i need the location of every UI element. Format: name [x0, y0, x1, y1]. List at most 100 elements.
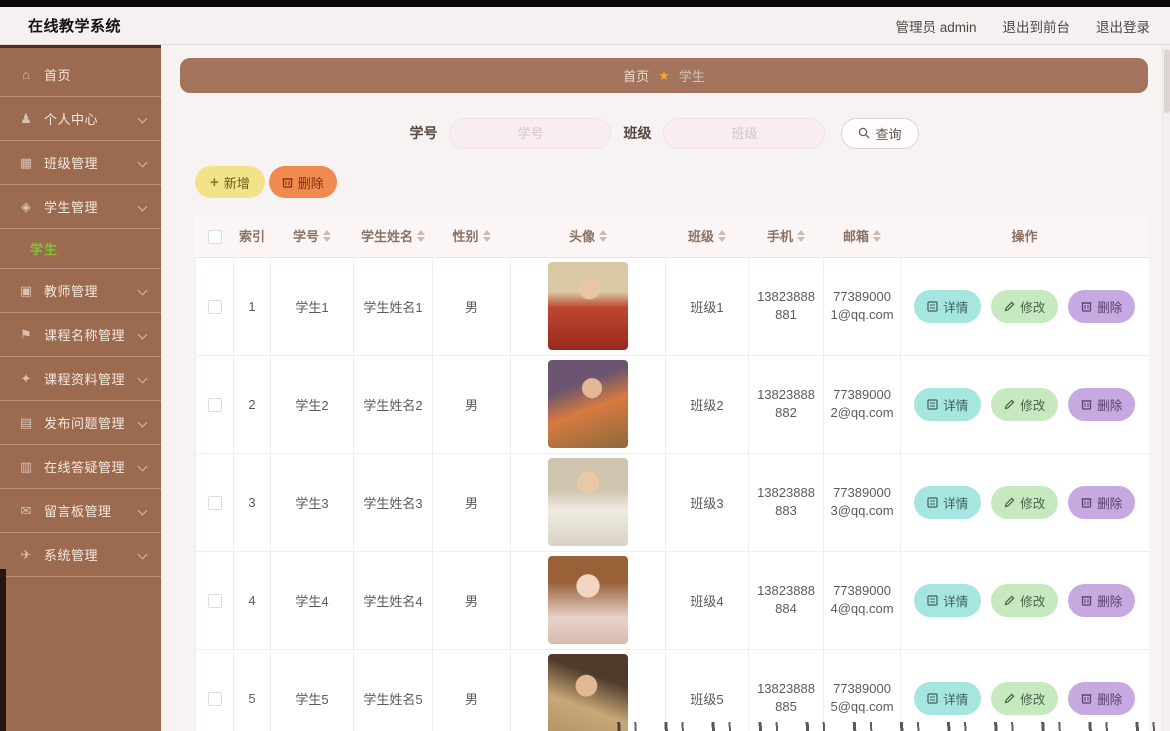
sidebar-item-question-management[interactable]: ▤ 发布问题管理 — [0, 401, 161, 445]
star-icon: ★ — [658, 67, 670, 83]
sidebar-item-label: 课程名称管理 — [44, 328, 126, 343]
row-checkbox[interactable] — [207, 397, 222, 412]
cell-phone: 13823888881 — [748, 257, 824, 356]
detail-button[interactable]: 详情 — [914, 289, 982, 323]
edit-button[interactable]: 修改 — [991, 289, 1059, 323]
exit-to-front-link[interactable]: 退出到前台 — [1003, 16, 1071, 36]
sidebar-bottom-strip — [0, 569, 6, 731]
cell-gender: 男 — [432, 649, 511, 731]
table-row: 4 学生4 学生姓名4 男 班级4 13823888884 773890004@… — [195, 551, 1149, 650]
sidebar-subitem-student[interactable]: 学生 — [0, 229, 161, 269]
chevron-down-icon — [139, 159, 147, 167]
class-input[interactable] — [663, 117, 826, 149]
class-icon: ▦ — [19, 154, 33, 170]
sidebar-item-label: 留言板管理 — [44, 504, 112, 519]
document-icon — [927, 398, 938, 410]
pencil-icon — [1004, 693, 1015, 703]
edit-button[interactable]: 修改 — [991, 387, 1059, 421]
delete-button[interactable]: 删除 — [1068, 289, 1136, 323]
delete-button[interactable]: 删除 — [1068, 485, 1136, 519]
table-row: 1 学生1 学生姓名1 男 班级1 13823888881 773890001@… — [195, 257, 1149, 356]
cell-gender: 男 — [432, 453, 511, 552]
row-checkbox[interactable] — [207, 299, 222, 314]
select-all-checkbox[interactable] — [207, 229, 222, 244]
sidebar-item-teacher-management[interactable]: ▣ 教师管理 — [0, 269, 161, 313]
pencil-icon — [1004, 301, 1015, 311]
sidebar-item-course-name-management[interactable]: ⚑ 课程名称管理 — [0, 313, 161, 357]
cell-class: 班级4 — [665, 551, 749, 650]
class-label: 班级 — [623, 125, 652, 141]
row-checkbox[interactable] — [207, 495, 222, 510]
cell-email: 773890004@qq.com — [823, 551, 901, 650]
row-checkbox[interactable] — [207, 593, 222, 608]
delete-button[interactable]: 删除 — [1068, 681, 1136, 715]
chevron-down-icon — [139, 463, 147, 471]
cell-index: 1 — [233, 257, 271, 356]
cell-student-no: 学生3 — [270, 453, 354, 552]
cell-class: 班级2 — [665, 355, 749, 454]
sort-icon[interactable] — [718, 229, 726, 242]
header-class: 班级 — [687, 229, 714, 245]
vertical-scrollbar[interactable] — [1162, 45, 1170, 731]
sidebar-item-course-material-management[interactable]: ✦ 课程资料管理 — [0, 357, 161, 401]
sidebar-item-home[interactable]: ⌂ 首页 — [0, 53, 161, 97]
query-button[interactable]: 查询 — [841, 117, 919, 149]
cell-email: 773890003@qq.com — [823, 453, 901, 552]
topbar-links: 管理员 admin 退出到前台 退出登录 — [895, 16, 1150, 36]
sidebar-item-label: 发布问题管理 — [44, 416, 126, 431]
detail-button[interactable]: 详情 — [914, 387, 982, 421]
sort-icon[interactable] — [873, 229, 881, 242]
scrollbar-thumb[interactable] — [1164, 49, 1170, 113]
sidebar-item-personal-center[interactable]: ♟ 个人中心 — [0, 97, 161, 141]
header-index: 索引 — [238, 229, 265, 245]
teacher-icon: ▣ — [19, 282, 33, 298]
sidebar-item-message-board-management[interactable]: ✉ 留言板管理 — [0, 489, 161, 533]
cell-student-no: 学生1 — [270, 257, 354, 356]
row-checkbox[interactable] — [207, 691, 222, 706]
header-student-no: 学号 — [292, 229, 319, 245]
sort-icon[interactable] — [482, 229, 491, 242]
cell-index: 3 — [233, 453, 271, 552]
sidebar-item-online-qa-management[interactable]: ▥ 在线答疑管理 — [0, 445, 161, 489]
sort-icon[interactable] — [417, 229, 425, 242]
sidebar-item-system-management[interactable]: ✈ 系统管理 — [0, 533, 161, 577]
cell-name: 学生姓名2 — [353, 355, 433, 454]
sidebar-item-class-management[interactable]: ▦ 班级管理 — [0, 141, 161, 185]
detail-button[interactable]: 详情 — [914, 583, 982, 617]
edit-button[interactable]: 修改 — [991, 485, 1059, 519]
breadcrumb-home-link[interactable]: 首页 — [623, 66, 649, 85]
edit-button[interactable]: 修改 — [991, 583, 1059, 617]
cell-name: 学生姓名4 — [353, 551, 433, 650]
add-button[interactable]: + 新增 — [195, 166, 265, 198]
chevron-down-icon — [139, 375, 147, 383]
cell-phone: 13823888882 — [748, 355, 824, 454]
table-row: 5 学生5 学生姓名5 男 班级5 13823888885 773890005@… — [195, 649, 1149, 731]
sort-icon[interactable] — [599, 229, 607, 242]
chevron-down-icon — [139, 507, 147, 515]
trash-icon — [1081, 694, 1092, 704]
chevron-down-icon — [139, 287, 147, 295]
detail-button[interactable]: 详情 — [914, 485, 982, 519]
sort-icon[interactable] — [797, 229, 805, 242]
qa-icon: ▥ — [19, 458, 33, 474]
sort-icon[interactable] — [323, 229, 331, 242]
delete-button[interactable]: 删除 — [1068, 387, 1136, 421]
edit-button[interactable]: 修改 — [991, 681, 1059, 715]
avatar — [548, 654, 628, 731]
delete-button[interactable]: 删除 — [1068, 583, 1136, 617]
admin-user-link[interactable]: 管理员 admin — [895, 16, 976, 36]
student-table: 索引 学号 学生姓名 性别 头像 班级 手机 邮箱 操作 1 学生1 学生姓名1… — [195, 215, 1149, 731]
detail-button[interactable]: 详情 — [914, 681, 982, 715]
cell-gender: 男 — [432, 257, 511, 356]
student-no-input[interactable] — [449, 117, 612, 149]
bulk-delete-button[interactable]: 删除 — [268, 166, 337, 198]
sidebar-item-label: 系统管理 — [44, 548, 99, 563]
cell-name: 学生姓名5 — [353, 649, 433, 731]
avatar — [548, 360, 628, 448]
sidebar-item-label: 个人中心 — [44, 112, 99, 127]
sidebar-item-student-management[interactable]: ◈ 学生管理 — [0, 185, 161, 229]
cell-phone: 13823888883 — [748, 453, 824, 552]
chevron-down-icon — [139, 331, 147, 339]
logout-link[interactable]: 退出登录 — [1096, 16, 1150, 36]
header-email: 邮箱 — [842, 229, 869, 245]
